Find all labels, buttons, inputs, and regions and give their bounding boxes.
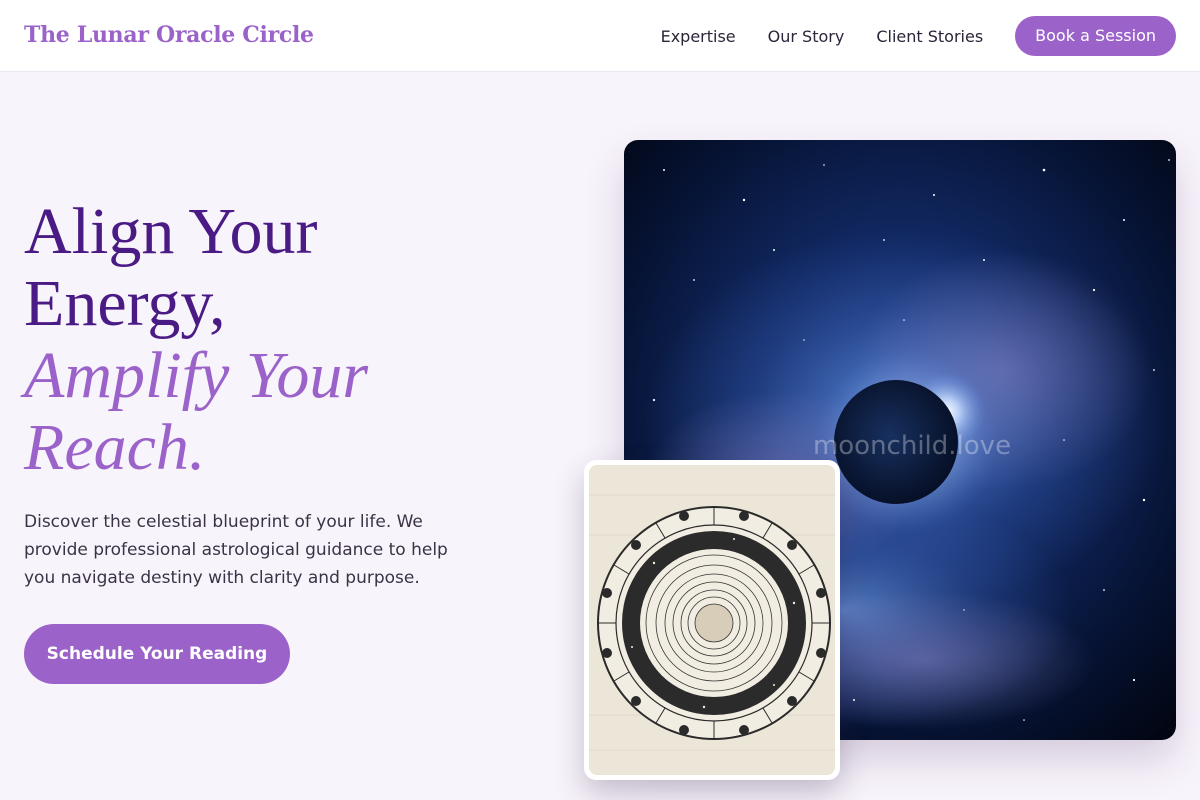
zodiac-chart-image (584, 460, 840, 780)
hero-title-line2: Energy, (24, 267, 226, 340)
hero-title-accent2: Reach. (24, 411, 206, 484)
hero-title: Align Your Energy, Amplify Your Reach. (24, 196, 484, 484)
zodiac-chart-paper (589, 465, 835, 775)
site-header: The Lunar Oracle Circle Expertise Our St… (0, 0, 1200, 72)
book-session-button[interactable]: Book a Session (1015, 16, 1176, 56)
main-nav: Expertise Our Story Client Stories Book … (661, 16, 1176, 56)
schedule-reading-button[interactable]: Schedule Your Reading (24, 624, 290, 684)
nav-expertise[interactable]: Expertise (661, 27, 736, 46)
nav-our-story[interactable]: Our Story (768, 27, 845, 46)
hero-title-accent1: Amplify Your (24, 339, 369, 412)
watermark-text: moonchild.love (813, 431, 1011, 461)
hero-description: Discover the celestial blueprint of your… (24, 512, 448, 588)
nav-client-stories[interactable]: Client Stories (876, 27, 983, 46)
hero-title-line1: Align Your (24, 195, 318, 268)
brand-logo[interactable]: The Lunar Oracle Circle (24, 22, 314, 48)
